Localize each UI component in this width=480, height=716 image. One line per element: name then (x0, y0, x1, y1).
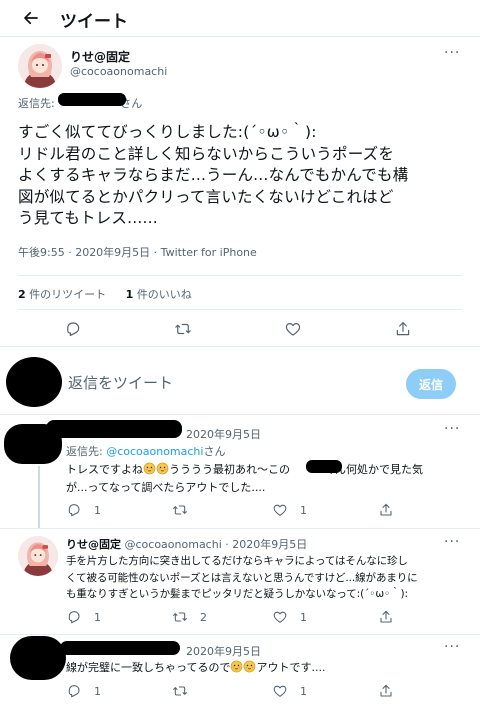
reply-date[interactable]: 2020年9月5日 (186, 426, 261, 442)
divider (18, 275, 462, 276)
more-icon[interactable]: ··· (444, 46, 460, 60)
name-redacted (306, 460, 342, 473)
header: ツイート (0, 0, 480, 36)
tweet-meta[interactable]: 午後9:55 · 2020年9月5日 · Twitter for iPhone (18, 244, 257, 260)
reply-to: 返信先: @cocoaonomachiさん (66, 445, 226, 458)
name-redacted (46, 420, 182, 438)
back-arrow-icon[interactable] (22, 9, 40, 31)
handle[interactable]: @cocoaonomachi (70, 65, 167, 78)
like-action[interactable]: 1 (272, 683, 307, 699)
share-action[interactable] (378, 502, 394, 518)
reply-to-prefix: 返信先: (18, 97, 59, 110)
share-action[interactable] (378, 683, 394, 699)
reply-action[interactable]: 1 (66, 609, 101, 625)
display-name[interactable]: りせ@固定 (70, 48, 130, 65)
divider (18, 309, 462, 310)
retweet-count[interactable]: 2 件のリツイート (18, 288, 106, 301)
reply-text-line2: が...ってなって調べたらアウトでした.... (66, 481, 266, 494)
like-count[interactable]: 1 件のいいね (126, 288, 192, 301)
emoji-icon (156, 462, 169, 475)
thread-line (38, 466, 40, 528)
reply-action[interactable]: 1 (66, 683, 101, 699)
divider (0, 634, 480, 635)
reply-icon[interactable] (64, 320, 82, 342)
header-divider (0, 36, 480, 37)
divider (0, 528, 480, 529)
share-action[interactable] (378, 609, 394, 625)
page-title: ツイート (60, 12, 128, 32)
emoji-icon (230, 660, 243, 673)
reply-text: 線が完璧に一致しちゃってるので アウトです.... (66, 660, 326, 674)
more-icon[interactable]: ··· (444, 422, 460, 436)
reply-date[interactable]: 2020年9月5日 (232, 538, 307, 551)
retweet-action[interactable]: 2 (172, 609, 207, 625)
share-icon[interactable] (394, 320, 412, 342)
handle[interactable]: @cocoaonomachi (125, 538, 222, 551)
reply-text: 手を片方した方向に突き出してるだけならキャラによってはそんなに珍し くて被る可能… (66, 555, 418, 600)
reply-text: トレスですよね うううう最初あれ～この くん何処かで見た気 (66, 462, 423, 476)
reply-input[interactable]: 返信をツイート (68, 372, 173, 393)
divider (0, 346, 480, 347)
emoji-icon (143, 462, 156, 475)
retweet-action[interactable] (172, 683, 188, 699)
avatar[interactable] (18, 536, 58, 576)
avatar-redacted (10, 636, 66, 680)
tweet-header: りせ@固定 @cocoaonomachi · 2020年9月5日 (66, 538, 308, 551)
more-icon[interactable]: ··· (444, 535, 460, 549)
tweet-text: すごく似ててびっくりしました:(´◦ω◦｀): リドル君のこと詳しく知らないから… (18, 123, 409, 227)
name-redacted (60, 641, 180, 655)
retweet-icon[interactable] (174, 320, 192, 342)
reply-to-handle[interactable]: @cocoaonomachi (106, 445, 203, 458)
like-action[interactable]: 1 (272, 502, 307, 518)
more-icon[interactable]: ··· (444, 640, 460, 654)
engagement-stats: 2 件のリツイート 1 件のいいね (18, 286, 192, 302)
avatar[interactable] (18, 44, 62, 88)
display-name[interactable]: りせ@固定 (66, 538, 121, 551)
emoji-icon (243, 660, 256, 673)
reply-action[interactable]: 1 (66, 502, 101, 518)
reply-date[interactable]: 2020年9月5日 (186, 643, 261, 659)
divider (0, 414, 480, 415)
like-icon[interactable] (284, 320, 302, 342)
like-action[interactable]: 1 (272, 609, 307, 625)
retweet-action[interactable] (172, 502, 188, 518)
avatar-redacted (6, 357, 62, 407)
reply-button[interactable]: 返信 (406, 369, 456, 399)
redaction (58, 93, 126, 106)
